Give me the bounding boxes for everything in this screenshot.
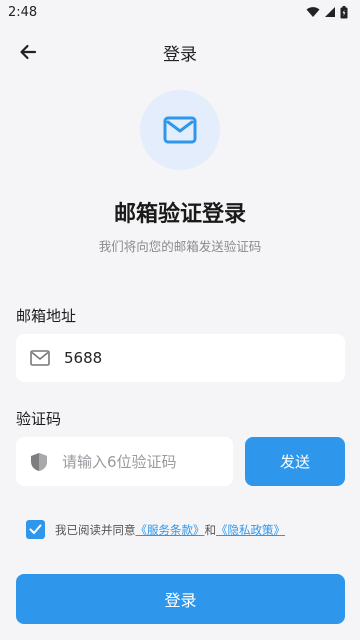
status-bar: 2:48 bbox=[0, 0, 360, 24]
code-field-box[interactable] bbox=[16, 437, 233, 486]
email-input[interactable] bbox=[64, 349, 284, 367]
privacy-link[interactable]: 《隐私政策》 bbox=[216, 522, 285, 538]
shield-icon bbox=[31, 452, 47, 471]
email-label: 邮箱地址 bbox=[16, 307, 77, 325]
envelope-icon bbox=[30, 350, 50, 366]
terms-link[interactable]: 《服务条款》 bbox=[136, 522, 205, 538]
signal-icon bbox=[325, 7, 335, 17]
status-icons bbox=[306, 5, 348, 19]
status-time: 2:48 bbox=[8, 4, 38, 20]
agreement-checkbox[interactable] bbox=[26, 520, 45, 539]
app-bar-title: 登录 bbox=[163, 44, 197, 65]
mail-icon-circle bbox=[140, 90, 220, 170]
app-bar: 登录 bbox=[0, 24, 360, 80]
arrow-left-icon bbox=[20, 44, 37, 60]
code-label: 验证码 bbox=[16, 410, 62, 428]
agreement-row: 我已阅读并同意 《服务条款》 和 《隐私政策》 bbox=[26, 520, 285, 539]
back-button[interactable] bbox=[12, 36, 44, 68]
code-input[interactable] bbox=[62, 452, 212, 471]
agreement-text: 我已阅读并同意 bbox=[55, 522, 136, 537]
send-code-button[interactable]: 发送 bbox=[245, 437, 345, 486]
page-title: 邮箱验证登录 bbox=[113, 202, 246, 227]
agreement-connector: 和 bbox=[204, 522, 217, 537]
check-icon bbox=[29, 524, 42, 534]
mail-icon bbox=[163, 116, 197, 144]
email-field-box[interactable] bbox=[16, 334, 345, 382]
page-subtitle: 我们将向您的邮箱发送验证码 bbox=[98, 239, 262, 254]
battery-icon bbox=[340, 5, 348, 18]
login-button[interactable]: 登录 bbox=[16, 574, 345, 624]
wifi-icon bbox=[306, 7, 320, 17]
